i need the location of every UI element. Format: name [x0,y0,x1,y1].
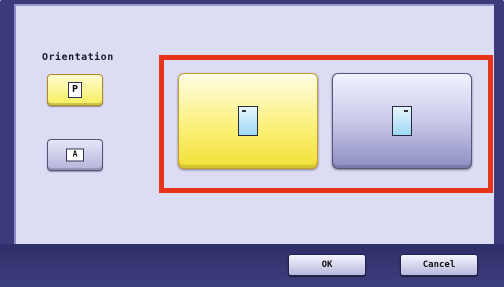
callout-highlight-box [159,55,493,193]
landscape-page-icon: A [66,148,84,162]
ok-button[interactable]: OK [288,254,366,276]
orientation-label: Orientation [42,52,114,63]
portrait-small-button[interactable]: P [47,74,103,106]
landscape-small-button[interactable]: A [47,139,103,171]
portrait-page-icon: P [68,82,82,98]
cancel-button[interactable]: Cancel [400,254,478,276]
device-screen: Orientation P A OK Cancel [0,0,504,287]
